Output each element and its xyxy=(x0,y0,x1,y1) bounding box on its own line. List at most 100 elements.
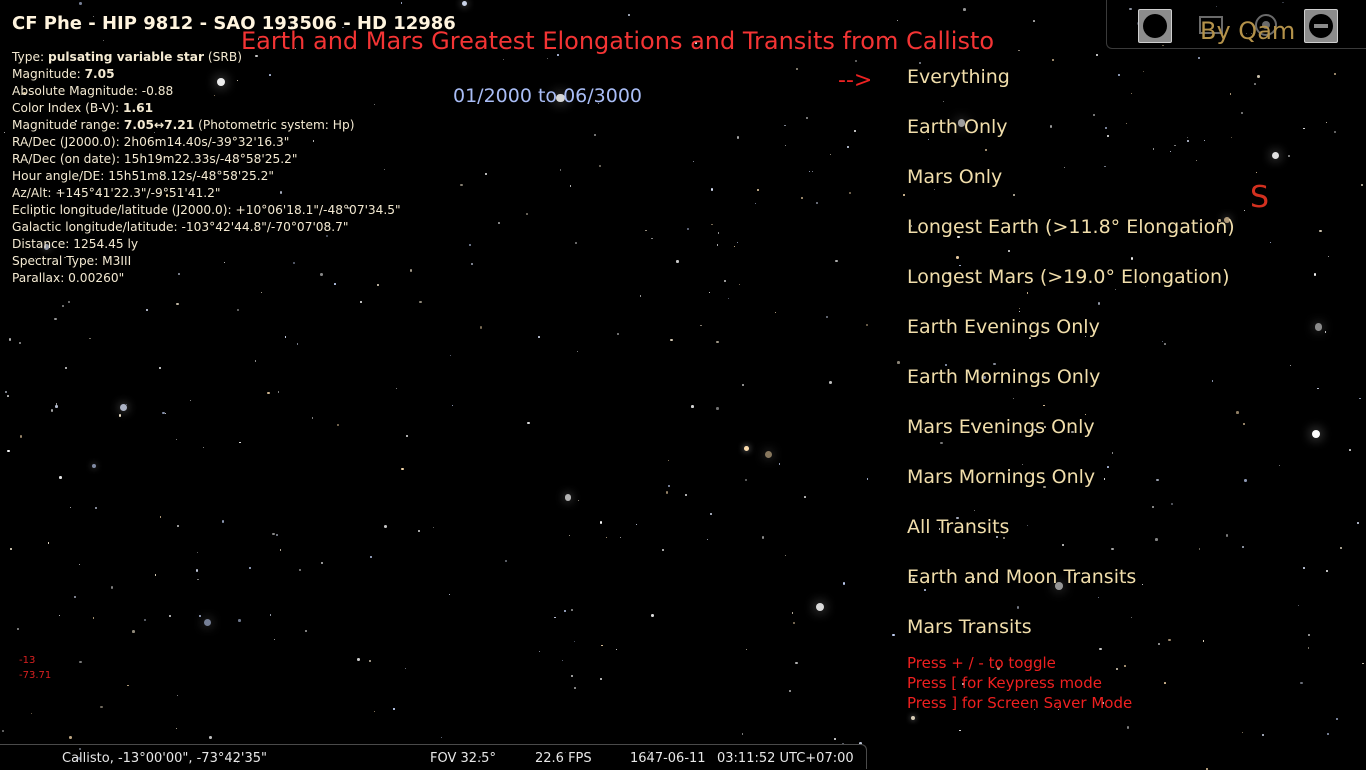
star-point xyxy=(620,537,621,538)
star-point xyxy=(1325,331,1327,333)
star-point xyxy=(569,535,570,536)
star-point xyxy=(645,230,647,232)
star-point xyxy=(31,713,33,715)
star-point xyxy=(503,59,504,60)
menu-item-longest-earth[interactable]: Longest Earth (>11.8° Elongation) xyxy=(907,212,1235,262)
menu-item-mars-mornings[interactable]: Mars Mornings Only xyxy=(907,462,1235,512)
star-point xyxy=(357,658,360,661)
menu-item-mars-evenings[interactable]: Mars Evenings Only xyxy=(907,412,1235,462)
menu-item-earth-evenings[interactable]: Earth Evenings Only xyxy=(907,312,1235,362)
star-point xyxy=(449,594,450,595)
star-point xyxy=(111,586,114,589)
star-point xyxy=(734,246,735,247)
star-point xyxy=(1244,479,1247,482)
object-az-alt: Az/Alt: +145°41'22.3"/-9°51'41.2" xyxy=(12,185,401,202)
star-point xyxy=(718,232,720,234)
star-point xyxy=(237,309,239,311)
star-point xyxy=(160,516,162,518)
star-point xyxy=(816,202,818,204)
star-point xyxy=(792,612,793,613)
star-point xyxy=(892,634,895,637)
star-point xyxy=(100,706,103,709)
star-point xyxy=(1319,230,1322,233)
star-point xyxy=(369,660,372,663)
star-point xyxy=(270,614,272,616)
star-point xyxy=(728,298,729,299)
star-point xyxy=(676,260,678,262)
star-point xyxy=(571,675,573,677)
star-point xyxy=(779,463,781,465)
star-point xyxy=(79,2,82,5)
star-point xyxy=(176,728,177,729)
star-point xyxy=(7,450,10,453)
status-fov: FOV 32.5° xyxy=(430,751,496,766)
star-point xyxy=(1328,256,1329,257)
quit-icon[interactable] xyxy=(1304,9,1338,43)
star-point xyxy=(854,130,856,132)
star-point xyxy=(199,615,200,616)
menu-item-earth-moon-transits[interactable]: Earth and Moon Transits xyxy=(907,562,1235,612)
star-point xyxy=(606,537,607,538)
star-point xyxy=(538,336,540,338)
star-point xyxy=(1242,546,1245,549)
menu-item-mars-only[interactable]: Mars Only xyxy=(907,162,1235,212)
star-point xyxy=(789,690,791,692)
star-point xyxy=(196,569,198,571)
window-icon[interactable] xyxy=(1138,9,1172,43)
star-point xyxy=(785,145,786,146)
star-point xyxy=(452,405,453,406)
star-point xyxy=(1127,726,1129,728)
star-point xyxy=(239,442,241,444)
star-point xyxy=(571,609,573,611)
star-point xyxy=(562,660,564,662)
star-point xyxy=(89,338,91,340)
hint-keypress-mode: Press [ for Keypress mode xyxy=(907,673,1132,693)
star-point xyxy=(9,338,12,341)
object-color-index: Color Index (B-V): 1.61 xyxy=(12,100,401,117)
star-point xyxy=(724,280,726,282)
menu-item-everything[interactable]: Everything xyxy=(907,62,1235,112)
star-point xyxy=(51,409,54,412)
star-point xyxy=(70,507,71,508)
star-point xyxy=(539,651,540,652)
star-point xyxy=(601,645,603,647)
hint-screensaver-mode: Press ] for Screen Saver Mode xyxy=(907,693,1132,713)
object-magnitude-range: Magnitude range: 7.05↔7.21 (Photometric … xyxy=(12,117,401,134)
star-point xyxy=(847,146,849,148)
star-point xyxy=(1336,718,1338,720)
star-point xyxy=(577,351,578,352)
star-point xyxy=(297,343,298,344)
menu-item-longest-mars[interactable]: Longest Mars (>19.0° Elongation) xyxy=(907,262,1235,312)
star-point xyxy=(711,224,712,225)
star-point xyxy=(419,301,422,304)
star-point xyxy=(222,520,225,523)
star-point xyxy=(92,464,97,469)
star-point xyxy=(1334,73,1336,75)
hint-toggle: Press + / - to toggle xyxy=(907,653,1132,673)
star-point xyxy=(812,171,813,172)
star-point xyxy=(744,446,749,451)
star-point xyxy=(849,192,851,194)
star-point xyxy=(261,292,262,293)
star-point xyxy=(360,301,361,302)
star-point xyxy=(600,521,603,524)
star-point xyxy=(565,494,571,500)
star-point xyxy=(745,479,747,481)
star-point xyxy=(670,339,672,341)
menu-item-earth-mornings[interactable]: Earth Mornings Only xyxy=(907,362,1235,412)
menu-item-earth-only[interactable]: Earth Only xyxy=(907,112,1235,162)
star-point xyxy=(48,542,50,544)
star-point xyxy=(574,687,576,689)
star-point xyxy=(1334,131,1336,133)
star-point xyxy=(685,494,688,497)
star-point xyxy=(897,20,898,21)
star-point xyxy=(4,132,5,133)
star-point xyxy=(575,242,578,245)
menu-selection-arrow: --> xyxy=(838,68,872,93)
star-point xyxy=(1326,570,1328,572)
menu-item-all-transits[interactable]: All Transits xyxy=(907,512,1235,562)
star-point xyxy=(662,549,664,551)
star-point xyxy=(903,194,905,196)
star-point xyxy=(120,404,127,411)
star-point xyxy=(169,615,171,617)
